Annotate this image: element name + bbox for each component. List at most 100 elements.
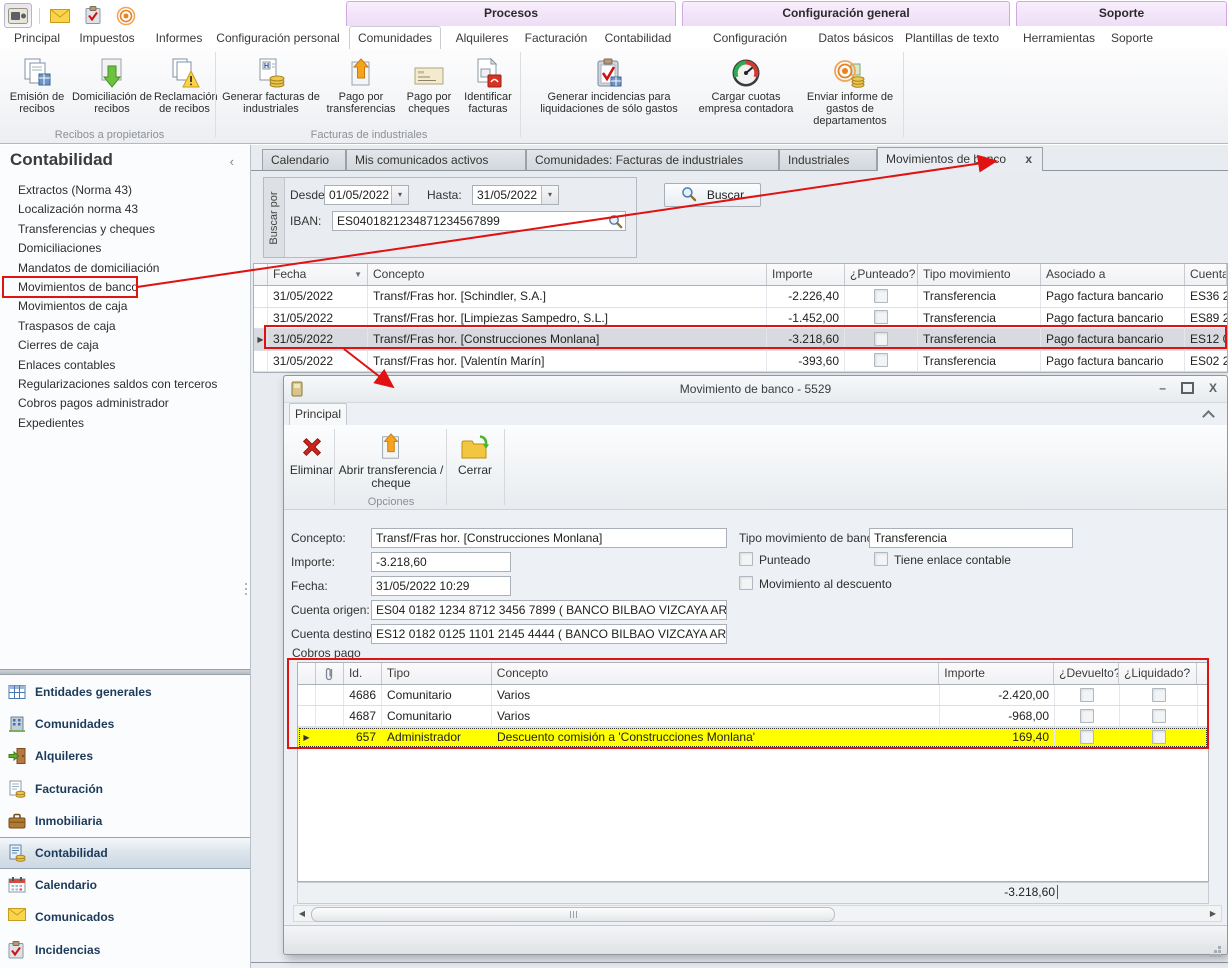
minimize-icon[interactable]: – xyxy=(1159,381,1166,395)
nav-inmobiliaria[interactable]: Inmobiliaria xyxy=(0,805,250,837)
pago-cheques-button[interactable]: Pago por cheques xyxy=(400,52,458,115)
nav-comunidades[interactable]: Comunidades xyxy=(0,708,250,740)
search-icon[interactable] xyxy=(608,214,623,231)
table-row-selected[interactable]: ▶ 31/05/2022 Transf/Fras hor. [Construcc… xyxy=(254,329,1227,351)
sidebar-item-extractos[interactable]: Extractos (Norma 43) xyxy=(0,181,250,200)
punteado-checkbox[interactable] xyxy=(739,552,753,566)
reclamacion-recibos-button[interactable]: Reclamación de recibos xyxy=(154,52,215,115)
chevron-down-icon[interactable]: ▾ xyxy=(541,186,558,204)
checkbox-punteado[interactable] xyxy=(874,310,888,324)
sidebar-item-transferencias[interactable]: Transferencias y cheques xyxy=(0,220,250,239)
importe-input[interactable]: -3.218,60 xyxy=(371,552,511,572)
header-fecha[interactable]: Fecha▼ xyxy=(268,264,368,285)
close-tab-icon[interactable]: x xyxy=(1025,148,1032,171)
sidebar-item-traspasos[interactable]: Traspasos de caja xyxy=(0,317,250,336)
iban-input[interactable]: ES0401821234871234567899 xyxy=(332,211,626,231)
cuenta-destino-input[interactable]: ES12 0182 0125 1101 2145 4444 ( BANCO BI… xyxy=(371,624,727,644)
dialog-titlebar[interactable]: Movimiento de banco - 5529 – X xyxy=(284,376,1227,403)
sidebar-item-domiciliaciones[interactable]: Domiciliaciones xyxy=(0,239,250,258)
broadcast-icon[interactable] xyxy=(113,4,139,27)
header-tipo[interactable]: Tipo xyxy=(382,663,492,684)
ribbon-tab-soporte[interactable]: Soporte xyxy=(1104,28,1160,48)
tab-industriales[interactable]: Industriales xyxy=(779,149,877,170)
sidebar-item-expedientes[interactable]: Expedientes xyxy=(0,414,250,433)
liquidado-checkbox[interactable] xyxy=(1152,730,1166,744)
eliminar-button[interactable]: Eliminar xyxy=(289,429,334,477)
scroll-left-icon[interactable]: ◀ xyxy=(294,906,310,921)
resize-grip[interactable] xyxy=(1218,946,1221,949)
ribbon-tab-datos-basicos[interactable]: Datos básicos xyxy=(818,28,894,48)
cuenta-origen-input[interactable]: ES04 0182 1234 8712 3456 7899 ( BANCO BI… xyxy=(371,600,727,620)
buscar-button[interactable]: Buscar xyxy=(664,183,761,207)
tab-movimientos-banco[interactable]: Movimientos de banco x xyxy=(877,147,1043,171)
identificar-facturas-button[interactable]: Identificar facturas xyxy=(458,52,518,115)
header-liquidado[interactable]: ¿Liquidado? xyxy=(1119,663,1197,684)
ribbon-tab-configuracion-general[interactable]: Configuración general xyxy=(692,28,808,48)
sort-arrow-icon[interactable]: ▼ xyxy=(354,264,362,285)
tipo-movimiento-input[interactable]: Transferencia xyxy=(869,528,1073,548)
nav-comunicados[interactable]: Comunicados xyxy=(0,901,250,933)
checkbox-punteado[interactable] xyxy=(874,289,888,303)
cerrar-button[interactable]: Cerrar xyxy=(448,429,502,477)
descuento-checkbox[interactable] xyxy=(739,576,753,590)
pago-transferencias-button[interactable]: Pago por transferencias xyxy=(322,52,400,115)
hasta-input[interactable]: 31/05/2022 ▾ xyxy=(472,185,559,205)
tasks-icon[interactable] xyxy=(80,4,106,27)
header-asociado[interactable]: Asociado a xyxy=(1041,264,1185,285)
header-concepto[interactable]: Concepto xyxy=(368,264,767,285)
ribbon-tab-configuracion-personal[interactable]: Configuración personal xyxy=(216,28,340,48)
nav-contabilidad[interactable]: Contabilidad xyxy=(0,837,250,869)
sidebar-item-cobros-pagos[interactable]: Cobros pagos administrador xyxy=(0,394,250,413)
header-concepto[interactable]: Concepto xyxy=(492,663,939,684)
enviar-informe-button[interactable]: Enviar informe de gastos de departamento… xyxy=(799,52,901,127)
generar-incidencias-button[interactable]: Generar incidencias para liquidaciones d… xyxy=(525,52,693,115)
table-row[interactable]: 31/05/2022 Transf/Fras hor. [Schindler, … xyxy=(254,286,1227,308)
liquidado-checkbox[interactable] xyxy=(1152,709,1166,723)
checkbox-punteado[interactable] xyxy=(874,332,888,346)
header-punteado[interactable]: ¿Punteado? xyxy=(845,264,918,285)
chevron-down-icon[interactable]: ▾ xyxy=(391,186,408,204)
sidebar-item-mandatos[interactable]: Mandatos de domiciliación xyxy=(0,259,250,278)
table-row[interactable]: 31/05/2022 Transf/Fras hor. [Limpiezas S… xyxy=(254,308,1227,330)
ribbon-tab-contabilidad[interactable]: Contabilidad xyxy=(600,28,676,48)
sidebar-item-movimientos-banco[interactable]: Movimientos de banco xyxy=(0,278,250,297)
devuelto-checkbox[interactable] xyxy=(1080,709,1094,723)
collapse-ribbon-chevron-icon[interactable] xyxy=(1202,410,1215,423)
header-tipo-movimiento[interactable]: Tipo movimiento xyxy=(918,264,1041,285)
ribbon-tab-alquileres[interactable]: Alquileres xyxy=(450,28,514,48)
phone-icon[interactable] xyxy=(4,3,32,28)
domiciliacion-recibos-button[interactable]: Domiciliación de recibos xyxy=(70,52,154,115)
nav-entidades-generales[interactable]: Entidades generales xyxy=(0,676,250,708)
concepto-input[interactable]: Transf/Fras hor. [Construcciones Monlana… xyxy=(371,528,727,548)
devuelto-checkbox[interactable] xyxy=(1080,688,1094,702)
sidebar-item-localizacion[interactable]: Localización norma 43 xyxy=(0,200,250,219)
header-cuenta[interactable]: Cuenta b xyxy=(1185,264,1227,285)
ribbon-tab-comunidades[interactable]: Comunidades xyxy=(349,26,441,49)
dialog-tab-principal[interactable]: Principal xyxy=(289,403,347,425)
sidebar-item-regularizaciones[interactable]: Regularizaciones saldos con terceros xyxy=(0,375,250,394)
table-row[interactable]: 31/05/2022 Transf/Fras hor. [Valentín Ma… xyxy=(254,351,1227,373)
sidebar-splitter[interactable] xyxy=(0,669,250,675)
table-row[interactable]: 4687 Comunitario Varios -968,00 xyxy=(298,706,1208,727)
ribbon-tab-principal[interactable]: Principal xyxy=(8,28,66,48)
nav-incidencias[interactable]: Incidencias xyxy=(0,934,250,966)
nav-alquileres[interactable]: Alquileres xyxy=(0,740,250,772)
header-importe[interactable]: Importe xyxy=(767,264,845,285)
tab-mis-comunicados[interactable]: Mis comunicados activos xyxy=(346,149,526,170)
scrollbar-thumb[interactable] xyxy=(311,907,835,922)
desde-input[interactable]: 01/05/2022 ▾ xyxy=(324,185,409,205)
header-importe[interactable]: Importe xyxy=(939,663,1054,684)
mail-icon[interactable] xyxy=(47,4,73,27)
generar-facturas-button[interactable]: H Generar facturas de industriales xyxy=(220,52,322,115)
ribbon-tab-herramientas[interactable]: Herramientas xyxy=(1022,28,1096,48)
sidebar-item-enlaces[interactable]: Enlaces contables xyxy=(0,356,250,375)
sidebar-item-movimientos-caja[interactable]: Movimientos de caja xyxy=(0,297,250,316)
sidebar-item-cierres[interactable]: Cierres de caja xyxy=(0,336,250,355)
maximize-icon[interactable] xyxy=(1181,382,1194,394)
abrir-transferencia-button[interactable]: Abrir transferencia / cheque xyxy=(336,429,446,490)
ribbon-tab-plantillas[interactable]: Plantillas de texto xyxy=(902,28,1002,48)
collapse-chevron-icon[interactable]: ‹ xyxy=(230,154,234,169)
liquidado-checkbox[interactable] xyxy=(1152,688,1166,702)
horizontal-scrollbar[interactable]: ◀ ▶ xyxy=(293,905,1222,922)
emision-recibos-button[interactable]: Emisión de recibos xyxy=(4,52,70,115)
